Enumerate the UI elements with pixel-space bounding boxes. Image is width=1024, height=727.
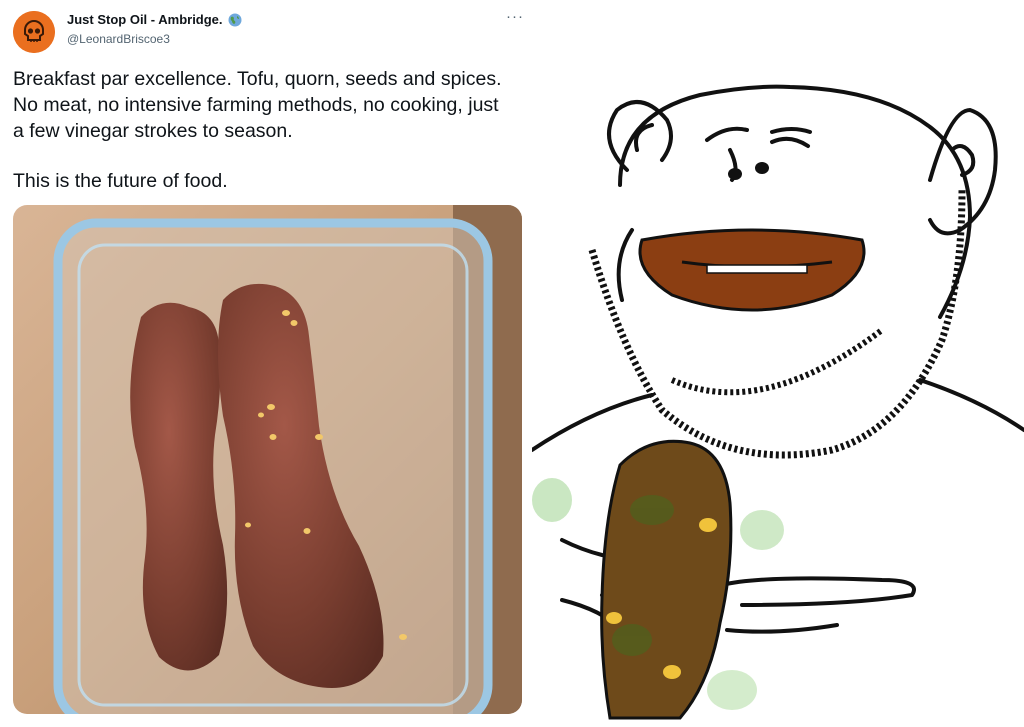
tweet-card: Just Stop Oil - Ambridge. @LeonardBrisco… bbox=[0, 0, 532, 722]
globe-icon bbox=[228, 13, 242, 26]
more-options-icon[interactable]: ··· bbox=[506, 8, 524, 25]
tweet-paragraph-2: This is the future of food. bbox=[13, 170, 228, 192]
author-avatar[interactable] bbox=[13, 11, 55, 53]
author-name-row: Just Stop Oil - Ambridge. bbox=[67, 12, 242, 27]
author-handle[interactable]: @LeonardBriscoe3 bbox=[67, 32, 170, 46]
tweet-paragraph-1: Breakfast par excellence. Tofu, quorn, s… bbox=[13, 68, 502, 142]
skull-icon bbox=[13, 11, 55, 53]
tweet-text: Breakfast par excellence. Tofu, quorn, s… bbox=[13, 66, 513, 194]
wojak-drawing bbox=[530, 84, 1024, 720]
cartoon-meme bbox=[530, 0, 1024, 722]
food-photo-illustration bbox=[13, 205, 522, 714]
author-display-name[interactable]: Just Stop Oil - Ambridge. bbox=[67, 12, 223, 27]
tweet-photo[interactable] bbox=[13, 205, 522, 714]
